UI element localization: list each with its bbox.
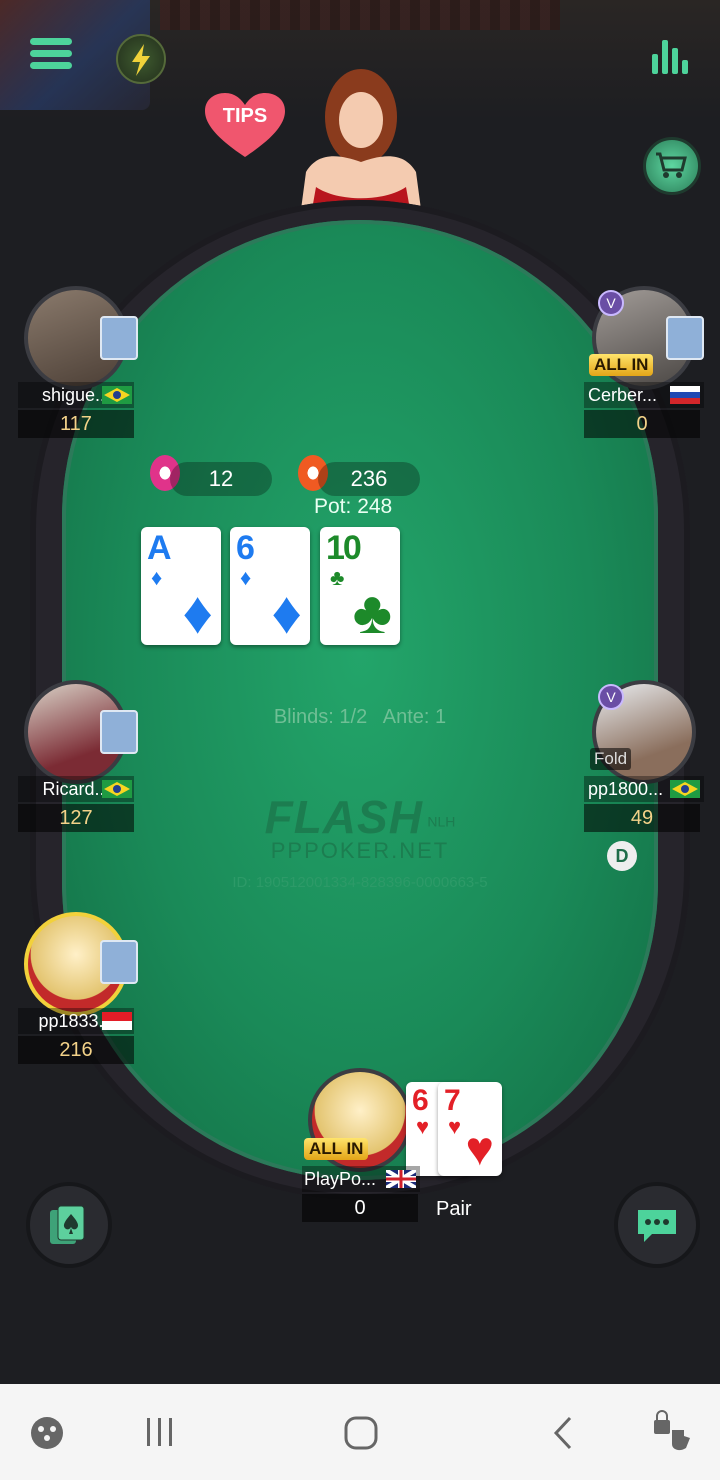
flag-brazil-icon [102, 386, 132, 404]
card-back [666, 316, 704, 360]
card-suit: ♦ [240, 565, 252, 590]
card-back [100, 316, 138, 360]
card-back [100, 940, 138, 984]
card-rank: 10 [326, 529, 362, 567]
table-felt [62, 220, 658, 1180]
bet-amount: 236 [318, 462, 420, 496]
allin-badge: ALL IN [589, 354, 654, 376]
pot-label: Pot: 248 [314, 495, 393, 518]
allin-badge: ALL IN [304, 1138, 369, 1160]
card-rank: 6 [236, 529, 255, 567]
player-stack: 216 [18, 1036, 134, 1064]
card-suit: ♣ [352, 579, 392, 646]
cards-button[interactable] [26, 1182, 112, 1268]
card-suit: ♦ [151, 565, 163, 590]
chat-icon [638, 1210, 676, 1242]
flag-brazil-icon [102, 780, 132, 798]
cards-icon [50, 1205, 85, 1244]
logo-sub: NLH [427, 813, 456, 830]
hand-id: ID: 190512001334-828396-0000663-5 [232, 874, 488, 891]
community-card: 10 ♣ ♣ [320, 527, 400, 645]
hole-card: 7 ♥ ♥ [438, 1082, 502, 1176]
community-card: 6 ♦ ♦ [230, 527, 310, 645]
community-card: A ♦ ♦ [141, 527, 221, 645]
card-rank: 6 [412, 1084, 429, 1117]
flash-icon[interactable] [116, 34, 166, 84]
cart-icon[interactable] [643, 137, 701, 195]
flag-indonesia-icon [102, 1012, 132, 1030]
chat-button[interactable] [614, 1182, 700, 1268]
dealer-button: D [607, 841, 637, 871]
curtain-decoration [160, 0, 560, 30]
touch-lock-icon[interactable] [650, 1410, 694, 1454]
card-suit: ♦ [271, 579, 302, 646]
ante-label: Ante: 1 [382, 706, 447, 728]
card-suit: ♥ [416, 1114, 430, 1139]
game-launcher-icon[interactable] [28, 1414, 66, 1452]
card-suit: ♦ [182, 579, 213, 646]
fold-badge: Fold [590, 748, 632, 770]
hand-rank: Pair [436, 1198, 472, 1220]
card-suit: ♥ [448, 1114, 462, 1139]
vip-badge: V [598, 684, 624, 710]
card-suit: ♣ [330, 565, 345, 590]
menu-icon[interactable] [30, 38, 72, 74]
card-rank: 7 [444, 1084, 461, 1117]
bet-amount: 12 [170, 462, 272, 496]
player-stack: 117 [18, 410, 134, 438]
card-back [100, 710, 138, 754]
flag-uk-icon [384, 1168, 418, 1190]
back-icon[interactable] [548, 1414, 580, 1452]
vip-badge: V [598, 290, 624, 316]
player-stack: 127 [18, 804, 134, 832]
player-stack: 0 [302, 1194, 418, 1222]
flag-russia-icon [670, 386, 700, 404]
tips-label: TIPS [222, 105, 268, 127]
card-suit: ♥ [465, 1123, 495, 1176]
tips-button[interactable]: TIPS [205, 93, 285, 159]
home-icon[interactable] [342, 1414, 380, 1452]
player-stack: 0 [584, 410, 700, 438]
blinds-label: Blinds: 1/2 [273, 706, 368, 728]
flag-brazil-icon [670, 780, 700, 798]
recent-apps-icon[interactable] [140, 1414, 180, 1450]
logo-text: FLASH [264, 791, 423, 843]
player-stack: 49 [584, 804, 700, 832]
card-rank: A [147, 529, 172, 567]
stats-icon[interactable] [652, 38, 690, 74]
